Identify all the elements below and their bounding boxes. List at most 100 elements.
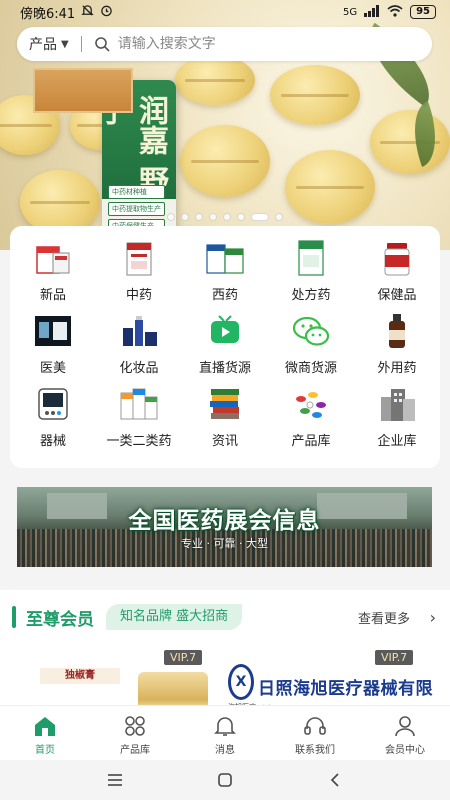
category-label: 企业库 bbox=[377, 434, 417, 449]
category-label: 西药 bbox=[211, 288, 238, 303]
status-bar: 傍晚6:41 5G 95 bbox=[0, 0, 450, 24]
category-item[interactable]: 外用药 bbox=[354, 311, 440, 376]
device-icon bbox=[31, 384, 75, 424]
nav-item[interactable]: 联系我们 bbox=[270, 706, 360, 760]
product-library-icon bbox=[289, 384, 333, 424]
section-bar bbox=[12, 606, 16, 628]
nav-label: 联系我们 bbox=[295, 745, 335, 756]
category-item[interactable]: 企业库 bbox=[354, 384, 440, 449]
vip-header: 至尊会员 知名品牌 盛大招商 查看更多 › bbox=[0, 602, 450, 632]
category-label: 一类二类药 bbox=[106, 434, 172, 449]
category-label: 产品库 bbox=[291, 434, 331, 449]
wechat-icon bbox=[289, 311, 333, 351]
carousel-dot[interactable] bbox=[181, 213, 189, 221]
category-label: 保健品 bbox=[377, 288, 417, 303]
search-input[interactable] bbox=[117, 36, 420, 52]
back-icon[interactable] bbox=[320, 765, 350, 795]
system-nav bbox=[0, 760, 450, 800]
category-label: 处方药 bbox=[291, 288, 331, 303]
category-item[interactable]: 保健品 bbox=[354, 238, 440, 303]
nav-item[interactable]: 消息 bbox=[180, 706, 270, 760]
product-box-image bbox=[33, 68, 133, 113]
banner-tag: 中药材种植 bbox=[108, 185, 165, 199]
live-stream-icon bbox=[203, 311, 247, 351]
expo-subtitle: 专业 · 可靠 · 大型 bbox=[181, 537, 268, 550]
category-item[interactable]: 资讯 bbox=[182, 384, 268, 449]
category-label: 新品 bbox=[39, 288, 66, 303]
carousel-dot[interactable] bbox=[195, 213, 203, 221]
news-icon bbox=[203, 384, 247, 424]
external-medicine-icon bbox=[375, 311, 419, 351]
bell-icon bbox=[212, 714, 238, 738]
status-time: 傍晚6:41 bbox=[20, 6, 76, 22]
search-category-label: 产品 bbox=[29, 37, 57, 53]
view-more-link[interactable]: 查看更多 bbox=[358, 608, 410, 627]
home-square-icon[interactable] bbox=[210, 765, 240, 795]
category-item[interactable]: 器械 bbox=[10, 384, 96, 449]
alarm-icon bbox=[100, 4, 113, 21]
mute-icon bbox=[81, 4, 94, 21]
nav-label: 产品库 bbox=[120, 745, 150, 756]
category-label: 微商货源 bbox=[284, 361, 337, 376]
product-label: 独椒膏 bbox=[40, 668, 120, 684]
carousel-dot[interactable] bbox=[223, 213, 231, 221]
menu-icon[interactable] bbox=[100, 765, 130, 795]
enterprise-library-icon bbox=[375, 384, 419, 424]
search-bar[interactable]: 产品 ▼ bbox=[17, 27, 432, 61]
nav-label: 消息 bbox=[215, 745, 235, 756]
chevron-right-icon[interactable]: › bbox=[430, 608, 436, 627]
nav-label: 首页 bbox=[35, 745, 55, 756]
category-item[interactable]: 西药 bbox=[182, 238, 268, 303]
category-grid: 新品 中药 西药 处方药 保健品医美 化妆品 直播货源 微商货源 外用药器械 一类二类药 资讯 产品库… bbox=[10, 238, 440, 449]
category-item[interactable]: 化妆品 bbox=[96, 311, 182, 376]
category-label: 化妆品 bbox=[119, 361, 159, 376]
carousel-dots bbox=[0, 213, 450, 221]
nav-item[interactable]: 会员中心 bbox=[360, 706, 450, 760]
category-label: 资讯 bbox=[211, 434, 238, 449]
battery-icon: 95 bbox=[410, 5, 436, 19]
nav-item[interactable]: 产品库 bbox=[90, 706, 180, 760]
category-item[interactable]: 新品 bbox=[10, 238, 96, 303]
company-logo: X bbox=[228, 664, 254, 700]
search-category-select[interactable]: 产品 ▼ bbox=[29, 34, 69, 54]
carousel-dot[interactable] bbox=[167, 213, 175, 221]
pill-image bbox=[370, 110, 450, 174]
category-label: 外用药 bbox=[377, 361, 417, 376]
category-item[interactable]: 中药 bbox=[96, 238, 182, 303]
expo-title: 全国医药展会信息 bbox=[128, 508, 321, 534]
category-item[interactable]: 产品库 bbox=[268, 384, 354, 449]
nav-label: 会员中心 bbox=[385, 745, 425, 756]
vip-badge: VIP.7 bbox=[164, 650, 203, 665]
category-label: 医美 bbox=[39, 361, 66, 376]
category-item[interactable]: 处方药 bbox=[268, 238, 354, 303]
carousel-dot[interactable] bbox=[275, 213, 283, 221]
new-product-icon bbox=[31, 238, 75, 278]
pill-image bbox=[20, 170, 100, 234]
wifi-icon bbox=[387, 4, 403, 20]
carousel-dot[interactable] bbox=[209, 213, 217, 221]
class-drug-icon bbox=[117, 384, 161, 424]
category-label: 直播货源 bbox=[198, 361, 251, 376]
nav-item[interactable]: 首页 bbox=[0, 706, 90, 760]
category-item[interactable]: 微商货源 bbox=[268, 311, 354, 376]
category-panel: 新品 中药 西药 处方药 保健品医美 化妆品 直播货源 微商货源 外用药器械 一类二类药 资讯 产品库… bbox=[10, 226, 440, 468]
western-medicine-icon bbox=[203, 238, 247, 278]
category-item[interactable]: 直播货源 bbox=[182, 311, 268, 376]
vip-tag: 知名品牌 盛大招商 bbox=[106, 604, 243, 630]
category-item[interactable]: 一类二类药 bbox=[96, 384, 182, 449]
pill-image bbox=[270, 65, 360, 125]
search-divider bbox=[80, 36, 82, 52]
home-icon bbox=[32, 714, 58, 738]
signal-icon bbox=[364, 4, 380, 20]
carousel-dot[interactable] bbox=[237, 213, 245, 221]
category-item[interactable]: 医美 bbox=[10, 311, 96, 376]
vip-title: 至尊会员 bbox=[26, 609, 94, 630]
carousel-dot[interactable] bbox=[251, 213, 269, 221]
expo-banner[interactable]: 全国医药展会信息 专业 · 可靠 · 大型 bbox=[17, 487, 432, 567]
grid-icon bbox=[122, 714, 148, 738]
medical-beauty-icon bbox=[31, 311, 75, 351]
health-product-icon bbox=[375, 238, 419, 278]
network-label: 5G bbox=[342, 6, 358, 18]
category-label: 中药 bbox=[125, 288, 152, 303]
search-icon bbox=[94, 36, 110, 52]
